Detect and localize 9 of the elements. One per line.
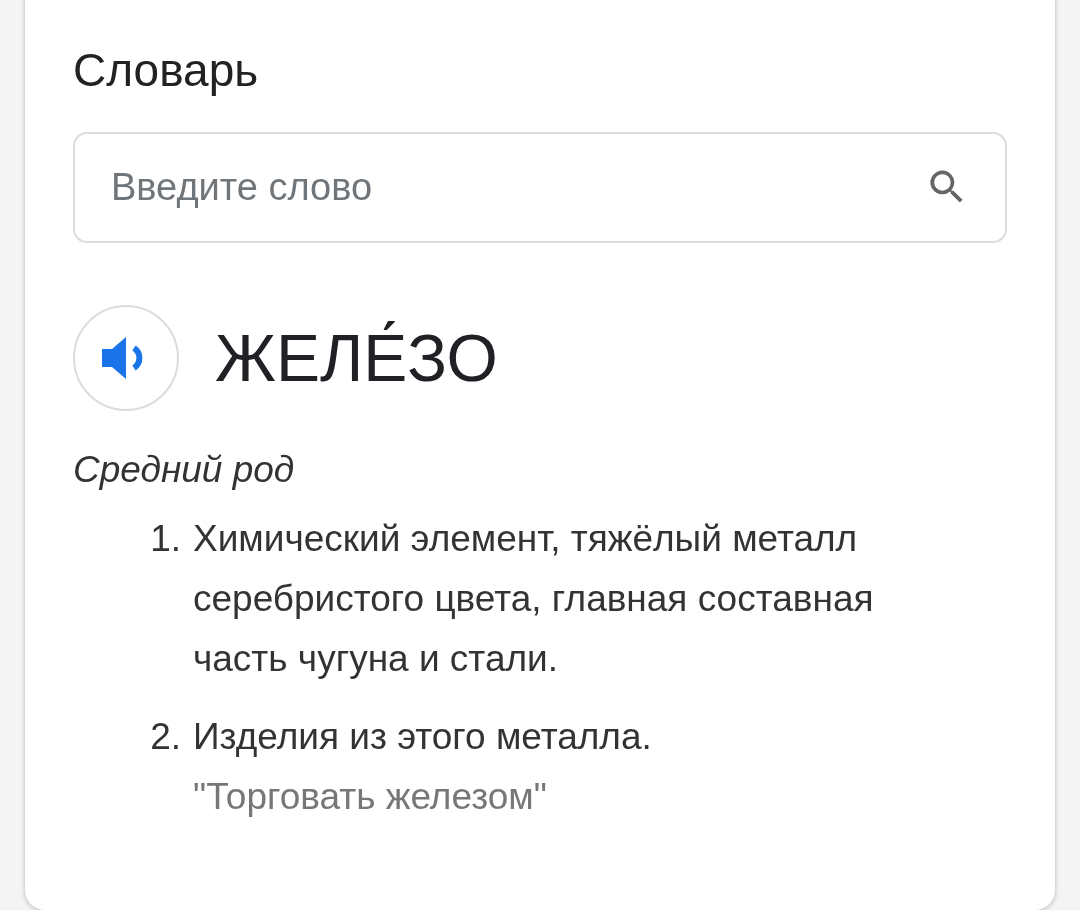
definition-text: Химический элемент, тяжёлый металл серебристого цвета, главная составная часть чугуна и стали. xyxy=(193,517,875,681)
search-field[interactable]: Введите слово xyxy=(73,132,1007,243)
gender-label: Средний род xyxy=(73,449,296,491)
definition-number: 2. xyxy=(149,715,181,759)
definition-text: Изделия из этого металла. xyxy=(193,715,653,759)
headword: ЖЕЛЕ́ЗО xyxy=(215,320,498,396)
definition-number: 1. xyxy=(149,517,181,561)
example-text: "Торговать железом" xyxy=(193,775,548,819)
card-title: Словарь xyxy=(73,43,260,98)
